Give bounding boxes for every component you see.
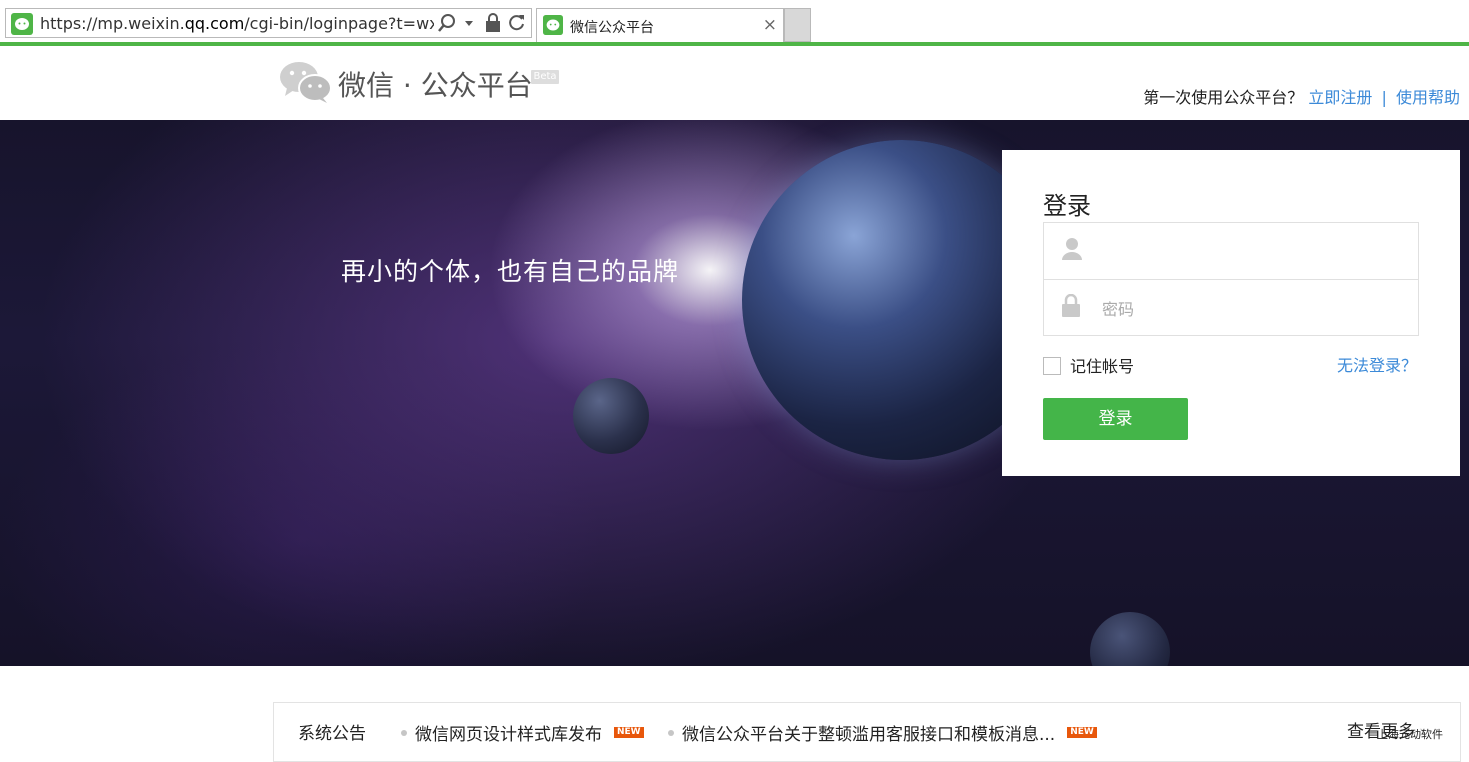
username-input[interactable] xyxy=(1100,231,1404,273)
announcement-item[interactable]: 微信公众平台关于整顿滥用客服接口和模板消息... NEW xyxy=(668,720,1097,745)
browser-chrome: https://mp.weixin.qq.com/cgi-bin/loginpa… xyxy=(0,0,1469,44)
watermark: 上海元动软件 xyxy=(1377,728,1443,741)
announcement-bar: 系统公告 微信网页设计样式库发布 NEW 微信公众平台关于整顿滥用客服接口和模板消… xyxy=(273,702,1461,762)
new-badge: NEW xyxy=(1067,727,1097,738)
password-input[interactable] xyxy=(1100,288,1404,330)
link-separator: | xyxy=(1381,88,1387,107)
first-time-question: 第一次使用公众平台？ xyxy=(1143,88,1304,107)
search-icon[interactable] xyxy=(438,13,456,33)
url-domain: qq.com xyxy=(184,14,245,33)
wechat-favicon-icon xyxy=(11,13,33,35)
username-row xyxy=(1044,223,1418,280)
small-planet-image xyxy=(573,378,649,454)
help-link[interactable]: 使用帮助 xyxy=(1396,88,1460,107)
tiny-planet-image xyxy=(1090,612,1170,666)
cannot-login-link[interactable]: 无法登录？ xyxy=(1337,352,1417,376)
browser-tab[interactable]: 微信公众平台 × xyxy=(536,8,784,42)
lock-icon xyxy=(1062,294,1080,317)
wechat-favicon-icon xyxy=(543,15,563,35)
chevron-down-icon[interactable] xyxy=(464,13,474,33)
user-icon xyxy=(1062,238,1082,260)
wechat-logo-icon[interactable] xyxy=(279,60,333,104)
announcement-text[interactable]: 微信公众平台关于整顿滥用客服接口和模板消息... xyxy=(682,725,1055,745)
remember-checkbox[interactable] xyxy=(1043,357,1061,375)
lock-icon[interactable] xyxy=(485,13,501,33)
banner-slogan: 再小的个体，也有自己的品牌 xyxy=(341,257,680,286)
url-prefix: https://mp.weixin. xyxy=(40,14,185,33)
register-link[interactable]: 立即注册 xyxy=(1308,88,1372,107)
new-tab-button[interactable] xyxy=(784,8,811,42)
site-title[interactable]: 微信 · 公众平台 xyxy=(338,64,533,104)
password-row xyxy=(1044,280,1418,336)
bullet-icon xyxy=(401,730,407,736)
announcement-text[interactable]: 微信网页设计样式库发布 xyxy=(415,725,602,745)
tab-close-icon[interactable]: × xyxy=(763,15,777,35)
beta-badge: Beta xyxy=(531,70,559,84)
url-text[interactable]: https://mp.weixin.qq.com/cgi-bin/loginpa… xyxy=(40,14,434,33)
login-input-group xyxy=(1043,222,1419,336)
login-panel: 登录 记住帐号 无法登录？ 登录 xyxy=(1002,150,1460,476)
bullet-icon xyxy=(668,730,674,736)
site-header: 微信 · 公众平台 Beta 第一次使用公众平台？ 立即注册 | 使用帮助 xyxy=(0,46,1469,121)
announcement-label: 系统公告 xyxy=(298,724,366,744)
announcement-item[interactable]: 微信网页设计样式库发布 NEW xyxy=(401,720,644,745)
tab-title: 微信公众平台 xyxy=(570,20,654,36)
url-suffix: /cgi-bin/loginpage?t=wxm2 xyxy=(244,14,434,33)
remember-label: 记住帐号 xyxy=(1070,357,1135,376)
hero-banner: 再小的个体，也有自己的品牌 登录 记住帐号 无法登录？ 登录 xyxy=(0,120,1469,666)
new-badge: NEW xyxy=(614,727,644,738)
login-button[interactable]: 登录 xyxy=(1043,398,1188,440)
header-links: 第一次使用公众平台？ 立即注册 | 使用帮助 xyxy=(1143,84,1460,108)
refresh-icon[interactable] xyxy=(508,13,526,33)
address-bar[interactable]: https://mp.weixin.qq.com/cgi-bin/loginpa… xyxy=(5,8,532,38)
login-title: 登录 xyxy=(1043,192,1091,220)
remember-account[interactable]: 记住帐号 xyxy=(1043,353,1134,377)
